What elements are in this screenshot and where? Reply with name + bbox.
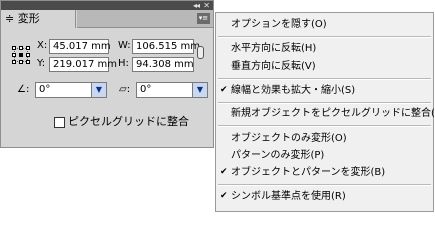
pixel-grid-label[interactable]: ピクセルグリッドに整合 xyxy=(68,115,189,129)
menu-item-label: オブジェクトとパターンを変形(B) xyxy=(231,167,386,178)
h-label: H: xyxy=(118,58,129,69)
menu-separator xyxy=(218,36,431,38)
rotate-angle-value[interactable]: 0° xyxy=(39,84,50,95)
menu-item-transform-pattern-only[interactable]: パターンのみ変形(P) xyxy=(216,148,433,163)
y-field[interactable]: 219.017 mm xyxy=(49,57,117,72)
ref-point[interactable] xyxy=(19,46,23,50)
menu-item-scale-strokes-effects[interactable]: ✔ 線幅と効果も拡大・縮小(S) xyxy=(216,83,433,98)
menu-item-label: オブジェクトのみ変形(O) xyxy=(231,133,347,144)
shear-angle-value[interactable]: 0° xyxy=(140,84,151,95)
tab-transform[interactable]: ≑ 変形 xyxy=(2,10,76,28)
menu-item-transform-object-only[interactable]: オブジェクトのみ変形(O) xyxy=(216,131,433,146)
ref-point[interactable] xyxy=(26,53,30,57)
shear-angle-icon: ▱: xyxy=(119,84,131,95)
menu-item-label: 線幅と効果も拡大・縮小(S) xyxy=(231,85,356,96)
menu-separator xyxy=(218,78,431,80)
menu-item-align-new-to-pixel-grid[interactable]: 新規オブジェクトをピクセルグリッドに整合(A) xyxy=(216,106,435,121)
close-icon[interactable]: ✕ xyxy=(203,1,210,10)
reference-point-icon[interactable] xyxy=(12,46,30,64)
transform-panel: ◂◂ ✕ ≑ 変形 ▾≡ X: 45.017 mm Y: 219.017 mm … xyxy=(0,0,214,148)
chevron-down-icon[interactable]: ▼ xyxy=(192,83,207,97)
menu-item-flip-vertical[interactable]: 垂直方向に反転(V) xyxy=(216,59,433,74)
y-label: Y: xyxy=(37,58,46,69)
chevron-down-icon[interactable]: ▼ xyxy=(91,83,106,97)
constrain-proportions-icon[interactable] xyxy=(197,46,204,59)
pixel-grid-checkbox[interactable] xyxy=(54,117,65,128)
ref-point[interactable] xyxy=(26,46,30,50)
rotate-angle-combo[interactable]: 0° ▼ xyxy=(35,82,107,98)
menu-item-hide-options[interactable]: オプションを隠す(O) xyxy=(216,17,433,32)
h-field[interactable]: 94.308 mm xyxy=(132,57,194,72)
menu-item-label: シンボル基準点を使用(R) xyxy=(231,191,346,202)
w-label: W: xyxy=(118,40,131,51)
menu-separator xyxy=(218,125,431,127)
menu-item-label: パターンのみ変形(P) xyxy=(231,150,325,161)
ref-point[interactable] xyxy=(12,60,16,64)
check-icon: ✔ xyxy=(220,167,228,177)
ref-point[interactable] xyxy=(12,46,16,50)
ref-point[interactable] xyxy=(19,60,23,64)
menu-item-transform-both[interactable]: ✔ オブジェクトとパターンを変形(B) xyxy=(216,165,433,180)
menu-item-label: 垂直方向に反転(V) xyxy=(231,61,316,72)
panel-titlebar[interactable]: ◂◂ ✕ xyxy=(1,1,213,10)
menu-item-label: オプションを隠す(O) xyxy=(231,19,327,30)
x-label: X: xyxy=(37,40,48,51)
check-icon: ✔ xyxy=(220,191,228,201)
shear-angle-combo[interactable]: 0° ▼ xyxy=(136,82,208,98)
menu-separator xyxy=(218,102,431,104)
ref-point[interactable] xyxy=(26,60,30,64)
w-field[interactable]: 106.515 mm xyxy=(132,39,200,54)
menu-separator xyxy=(218,184,431,186)
ref-point[interactable] xyxy=(12,53,16,57)
menu-item-label: 新規オブジェクトをピクセルグリッドに整合(A) xyxy=(231,108,435,119)
x-field[interactable]: 45.017 mm xyxy=(49,39,111,54)
collapse-icon[interactable]: ◂◂ xyxy=(193,1,200,10)
panel-flyout-menu: オプションを隠す(O) 水平方向に反転(H) 垂直方向に反転(V) ✔ 線幅と効… xyxy=(215,12,435,212)
rotate-angle-icon: ∠: xyxy=(17,84,30,95)
tab-strip xyxy=(77,10,213,28)
menu-item-flip-horizontal[interactable]: 水平方向に反転(H) xyxy=(216,41,433,56)
check-icon: ✔ xyxy=(220,85,228,95)
menu-item-use-symbol-registration[interactable]: ✔ シンボル基準点を使用(R) xyxy=(216,189,433,204)
ref-point-selected[interactable] xyxy=(19,53,23,57)
menu-item-label: 水平方向に反転(H) xyxy=(231,43,317,54)
panel-menu-button[interactable]: ▾≡ xyxy=(197,13,210,24)
